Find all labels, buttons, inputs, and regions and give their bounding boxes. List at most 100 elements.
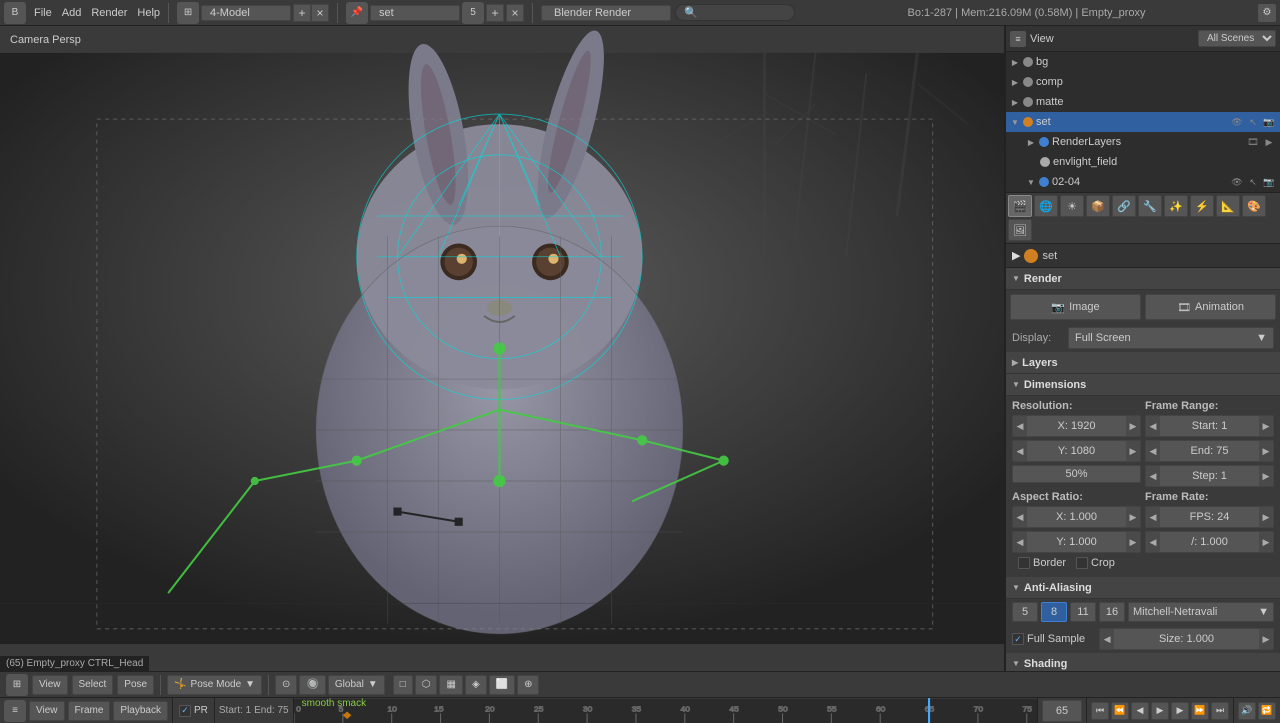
frame-end-field[interactable]: ◀ End: 75 ▶ [1145, 440, 1274, 462]
aspect-y-field[interactable]: ◀ Y: 1.000 ▶ [1012, 531, 1141, 553]
prop-object-tab[interactable]: 📦 [1086, 195, 1110, 217]
view-menu-btn[interactable]: View [32, 675, 68, 695]
prop-data-tab[interactable]: 📐 [1216, 195, 1240, 217]
jump-end-btn[interactable]: ⏭ [1211, 702, 1229, 720]
frame-end-dec[interactable]: ◀ [1146, 441, 1160, 461]
screen-remove-btn[interactable]: × [311, 4, 329, 22]
icon-btn-1[interactable]: □ [393, 675, 413, 695]
frame-step-inc[interactable]: ▶ [1259, 466, 1273, 486]
blender-logo[interactable]: B [4, 2, 26, 24]
resolution-y-field[interactable]: ◀ Y: 1080 ▶ [1012, 440, 1141, 462]
prop-particles-tab[interactable]: ✨ [1164, 195, 1188, 217]
size-field[interactable]: ◀ Size: 1.000 ▶ [1099, 628, 1274, 650]
section-render[interactable]: ▼ Render [1006, 268, 1280, 290]
fps2-inc[interactable]: ▶ [1259, 532, 1273, 552]
eye-icon[interactable]: 👁 [1230, 117, 1244, 128]
tree-item-bg[interactable]: ▶ bg [1006, 52, 1280, 72]
jump-start-btn[interactable]: ⏮ [1091, 702, 1109, 720]
timeline-ruler[interactable]: smooth smack 0 5 10 15 20 25 30 35 40 45… [294, 698, 1037, 723]
menu-help[interactable]: Help [137, 7, 160, 19]
full-sample-check[interactable]: Full Sample [1012, 633, 1085, 645]
resolution-x-field[interactable]: ◀ X: 1920 ▶ [1012, 415, 1141, 437]
rl-icon2[interactable]: ▶ [1262, 137, 1276, 148]
crop-check-item[interactable]: Crop [1076, 557, 1115, 569]
aspect-x-inc[interactable]: ▶ [1126, 507, 1140, 527]
current-frame-value[interactable]: 65 [1043, 705, 1081, 717]
prop-modifier-tab[interactable]: 🔧 [1138, 195, 1162, 217]
aspect-x-field[interactable]: ◀ X: 1.000 ▶ [1012, 506, 1141, 528]
snap-btn[interactable]: 🔘 [299, 675, 325, 695]
aspect-y-dec[interactable]: ◀ [1013, 532, 1027, 552]
section-shading[interactable]: ▼ Shading [1006, 653, 1280, 671]
icon-btn-5[interactable]: ⬜ [489, 675, 515, 695]
crop-checkbox[interactable] [1076, 557, 1088, 569]
scene-remove-btn[interactable]: × [506, 4, 524, 22]
size-dec[interactable]: ◀ [1100, 629, 1114, 649]
set-label[interactable]: set [370, 5, 460, 21]
aspect-x-dec[interactable]: ◀ [1013, 507, 1027, 527]
frame-start-field[interactable]: ◀ Start: 1 ▶ [1145, 415, 1274, 437]
mode-dropdown[interactable]: 🤸 Pose Mode ▼ [167, 675, 262, 695]
view-mode-icon[interactable]: ⊞ [6, 674, 28, 696]
screen-add-btn[interactable]: + [293, 4, 311, 22]
icon-btn-6[interactable]: ⊕ [517, 675, 539, 695]
aa-sample-5[interactable]: 5 [1012, 602, 1038, 622]
timeline-view-btn[interactable]: View [29, 701, 65, 721]
aa-sample-11[interactable]: 11 [1070, 602, 1096, 622]
cursor-icon[interactable]: ↖ [1246, 117, 1260, 128]
tree-item-set[interactable]: ▼ set 👁 ↖ 📷 [1006, 112, 1280, 132]
tree-item-matte[interactable]: ▶ matte [1006, 92, 1280, 112]
next-frame-btn[interactable]: ▶ [1171, 702, 1189, 720]
menu-render[interactable]: Render [91, 7, 127, 19]
screen-name-dropdown[interactable]: 4-Model [201, 5, 291, 21]
cam-icon-02[interactable]: 📷 [1262, 177, 1276, 188]
prop-texture-tab[interactable]: 🖼 [1008, 219, 1032, 241]
screen-layout-icon[interactable]: ⊞ [177, 2, 199, 24]
render-engine-dropdown[interactable]: Blender Render [541, 5, 671, 21]
pivot-btn[interactable]: ⊙ [275, 675, 297, 695]
scenes-dropdown[interactable]: All Scenes [1198, 30, 1276, 47]
frame-start-dec[interactable]: ◀ [1146, 416, 1160, 436]
prev-frame-btn[interactable]: ◀ [1131, 702, 1149, 720]
prop-scene-tab[interactable]: 🌐 [1034, 195, 1058, 217]
frame-start-inc[interactable]: ▶ [1259, 416, 1273, 436]
icon-btn-3[interactable]: ▦ [439, 675, 462, 695]
pr-checkbox[interactable] [179, 705, 191, 717]
frame-step-field[interactable]: ◀ Step: 1 ▶ [1145, 465, 1274, 487]
fps2-dec[interactable]: ◀ [1146, 532, 1160, 552]
pose-menu-btn[interactable]: Pose [117, 675, 154, 695]
aspect-y-inc[interactable]: ▶ [1126, 532, 1140, 552]
fps-inc[interactable]: ▶ [1259, 507, 1273, 527]
prop-constraints-tab[interactable]: 🔗 [1112, 195, 1136, 217]
border-check-item[interactable]: Border [1018, 557, 1066, 569]
render-icon[interactable]: 📷 [1262, 117, 1276, 128]
display-dropdown[interactable]: Full Screen ▼ [1068, 327, 1274, 349]
frame-step-dec[interactable]: ◀ [1146, 466, 1160, 486]
fps-dec[interactable]: ◀ [1146, 507, 1160, 527]
audio-btn[interactable]: 🔊 [1238, 702, 1256, 720]
tree-item-comp[interactable]: ▶ comp [1006, 72, 1280, 92]
section-dimensions[interactable]: ▼ Dimensions [1006, 374, 1280, 396]
border-checkbox[interactable] [1018, 557, 1030, 569]
tree-item-envlight[interactable]: envlight_field [1006, 152, 1280, 172]
res-y-inc-btn[interactable]: ▶ [1126, 441, 1140, 461]
settings-icon[interactable]: ⚙ [1258, 4, 1276, 22]
prop-render-tab[interactable]: 🎬 [1008, 195, 1032, 217]
next-keyframe-btn[interactable]: ⏩ [1191, 702, 1209, 720]
global-dropdown[interactable]: Global ▼ [328, 675, 385, 695]
menu-file[interactable]: File [34, 7, 52, 19]
film-icon[interactable]: 🎞 [1246, 137, 1260, 148]
timeline-icon[interactable]: ≡ [4, 700, 26, 722]
section-layers[interactable]: ▶ Layers [1006, 352, 1280, 374]
animation-render-btn[interactable]: 🎞 Animation [1145, 294, 1276, 320]
cursor-icon-02[interactable]: ↖ [1246, 177, 1260, 188]
current-frame-field[interactable]: 65 [1042, 700, 1082, 722]
tree-item-renderlayers[interactable]: ▶ RenderLayers 🎞 ▶ [1006, 132, 1280, 152]
resolution-pct[interactable]: 50% [1012, 465, 1141, 483]
outliner-view-label[interactable]: View [1030, 33, 1194, 45]
scene-add-btn[interactable]: + [486, 4, 504, 22]
play-btn[interactable]: ▶ [1151, 702, 1169, 720]
timeline-playback-btn[interactable]: Playback [113, 701, 168, 721]
select-menu-btn[interactable]: Select [72, 675, 114, 695]
icon-btn-4[interactable]: ◈ [465, 675, 487, 695]
